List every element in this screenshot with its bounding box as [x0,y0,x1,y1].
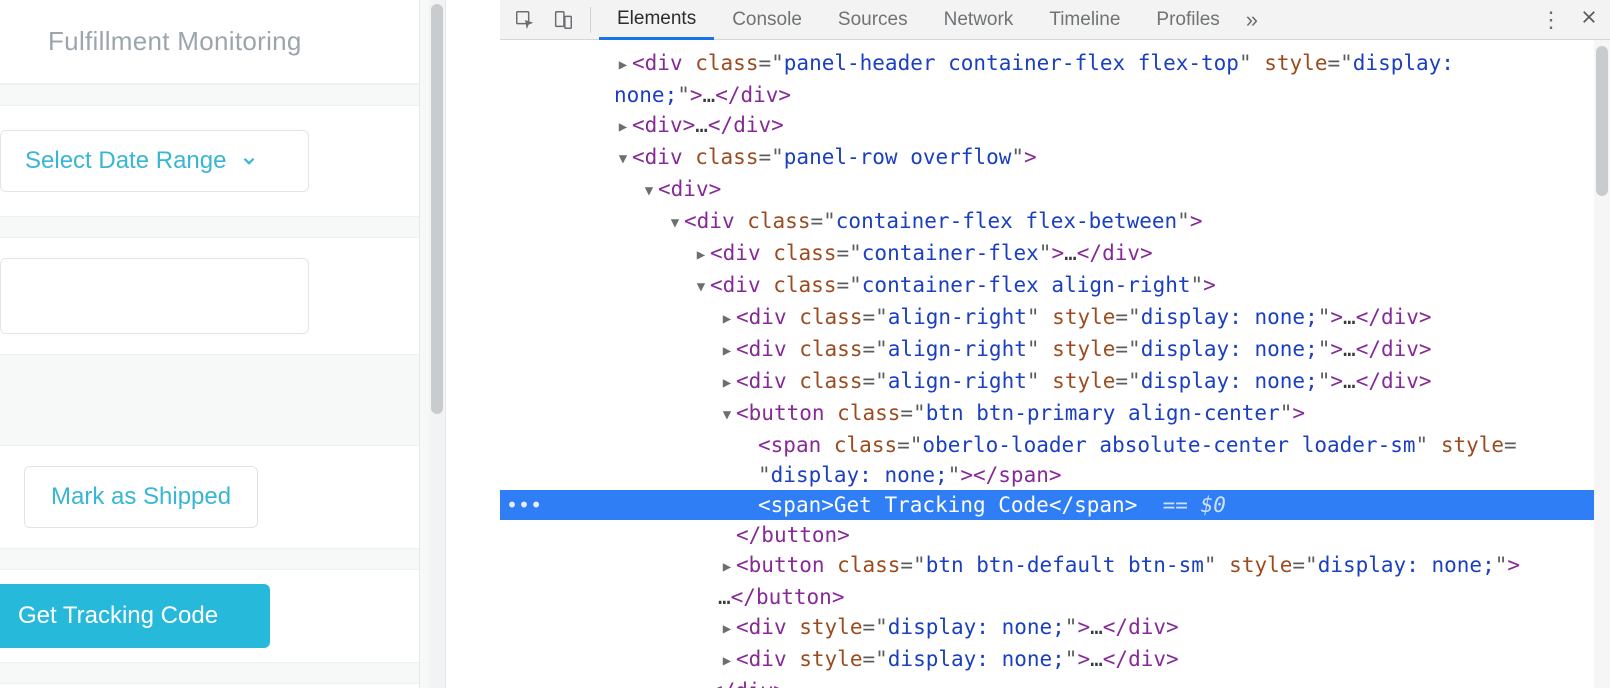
app-pane: Fulfillment Monitoring Select Date Range… [0,0,445,688]
dom-node[interactable]: <div style="display: none;">…</div> [500,644,1610,676]
dom-node[interactable]: <div class="align-right" style="display:… [500,302,1610,334]
device-toggle-icon[interactable] [544,1,582,39]
tab-timeline[interactable]: Timeline [1031,0,1138,40]
get-tracking-code-button[interactable]: Get Tracking Code [0,584,270,648]
divider [0,84,419,106]
dom-node-selected[interactable]: •••<span>Get Tracking Code</span> == $0 [500,490,1610,520]
tab-console[interactable]: Console [714,0,820,40]
elements-tree[interactable]: <div class="panel-header container-flex … [500,40,1610,688]
dom-node[interactable]: <div class="panel-row overflow"> [500,142,1610,174]
dom-node[interactable]: <div class="container-flex flex-between"… [500,206,1610,238]
tab-sources[interactable]: Sources [820,0,926,40]
dom-node[interactable]: <div>…</div> [500,110,1610,142]
tabs-overflow-icon[interactable]: » [1238,7,1266,33]
tab-profiles[interactable]: Profiles [1138,0,1237,40]
tab-network[interactable]: Network [926,0,1032,40]
root: Fulfillment Monitoring Select Date Range… [0,0,1610,688]
actions-block: Mark as Shipped [0,446,419,548]
dom-node[interactable]: <div style="display: none;">…</div> [500,612,1610,644]
dom-node[interactable]: <div class="container-flex">…</div> [500,238,1610,270]
divider [0,548,419,570]
dom-node[interactable]: <div> [500,174,1610,206]
empty-block [0,258,419,334]
dom-node-cont[interactable]: "display: none;"></span> [500,460,1610,490]
toolbar-separator [590,7,591,33]
dom-node-cont[interactable]: …</button> [500,582,1610,612]
toolbar-right: ⋮ [1534,7,1604,33]
mark-as-shipped-button[interactable]: Mark as Shipped [24,466,258,528]
dom-node[interactable]: <div class="align-right" style="display:… [500,334,1610,366]
page-title: Fulfillment Monitoring [0,0,419,84]
devtools-toolbar: Elements Console Sources Network Timelin… [500,0,1610,40]
tab-elements[interactable]: Elements [599,0,714,40]
dom-node[interactable]: <button class="btn btn-primary align-cen… [500,398,1610,430]
select-date-range[interactable]: Select Date Range [0,130,309,192]
inspect-icon[interactable] [506,1,544,39]
app-scrollbar[interactable] [429,0,445,688]
gutter-dots-icon: ••• [506,490,542,520]
select-date-range-label: Select Date Range [25,147,226,175]
dom-node[interactable]: <div class="container-flex align-right"> [500,270,1610,302]
dom-node[interactable]: <div class="align-right" style="display:… [500,366,1610,398]
divider [0,662,419,684]
divider [0,354,419,446]
kebab-menu-icon[interactable]: ⋮ [1534,7,1570,33]
dom-node[interactable]: </button> [500,520,1610,550]
dom-node-cont[interactable]: none;">…</div> [500,80,1610,110]
devtools-scrollbar[interactable] [1594,40,1610,688]
pane-split [445,0,500,688]
dom-node[interactable]: </div> [500,676,1610,688]
devtools-scrollbar-thumb[interactable] [1596,46,1608,196]
dom-node[interactable]: <div class="panel-header container-flex … [500,48,1610,80]
app-scrollbar-thumb[interactable] [431,4,443,414]
close-icon[interactable] [1580,8,1598,31]
divider [0,216,419,238]
dom-node[interactable]: <button class="btn btn-default btn-sm" s… [500,550,1610,582]
app-inner: Fulfillment Monitoring Select Date Range… [0,0,420,688]
devtools-pane: Elements Console Sources Network Timelin… [500,0,1610,688]
empty-card [0,258,309,334]
tracking-block: Get Tracking Code [0,570,419,662]
chevron-down-icon [240,152,258,170]
filters-block: Select Date Range [0,130,419,192]
dom-node[interactable]: <span class="oberlo-loader absolute-cent… [500,430,1610,460]
